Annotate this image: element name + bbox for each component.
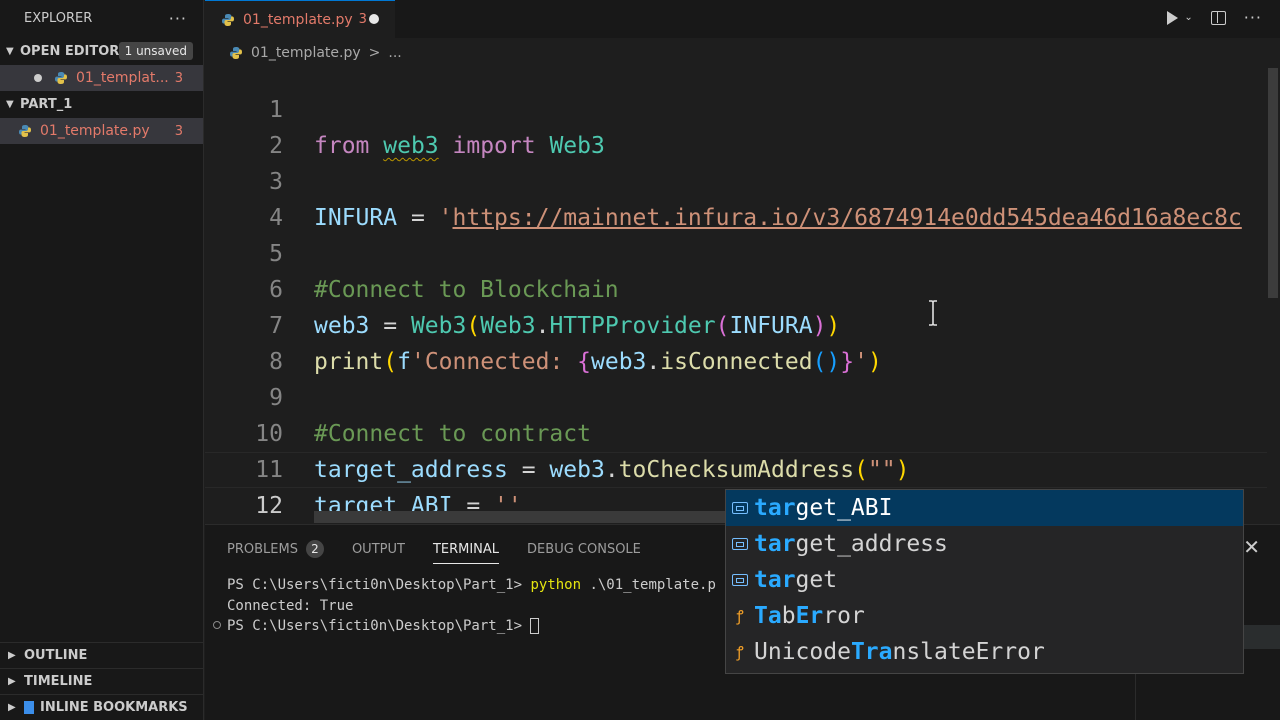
ibeam-cursor-icon [929,300,937,326]
suggestion-item[interactable]: tar get [726,562,1243,598]
chevron-right-icon: ▶ [8,702,16,713]
editor-tabbar: 01_template.py 3 ⌄ ··· [205,0,1280,38]
class-icon: ꝭ [736,607,744,625]
close-icon[interactable]: ✕ [1243,535,1260,559]
tab-problem-count: 3 [358,12,367,27]
chevron-down-icon: ▼ [6,99,14,110]
tab-filename: 01_template.py [243,11,353,28]
editor-horizontal-scrollbar[interactable] [314,511,734,523]
suggestion-item[interactable]: tar get_ABI [726,490,1243,526]
variable-icon [730,570,750,590]
code-line-11[interactable]: 11 target_ABI = '' [205,416,1267,516]
editor-actions: ⌄ ··· [1167,8,1262,27]
class-icon: ꝭ [736,643,744,661]
chevron-right-icon: ▶ [8,676,16,687]
code-line-3[interactable]: 3 INFURA = 'https://mainnet.infura.io/v3… [205,128,1267,231]
code-line-2[interactable]: 2 [205,92,1267,159]
tab-01-template[interactable]: 01_template.py 3 [205,0,395,38]
outline-label: OUTLINE [24,648,88,663]
python-file-icon [54,71,68,85]
suggestion-item[interactable]: tar get_address [726,526,1243,562]
explorer-title: EXPLORER [24,10,93,26]
folder-file-item[interactable]: 01_template.py 3 [0,118,203,144]
line-number: 12 [255,493,283,516]
code-editor[interactable]: 1 from web3 import Web3 2 3 INFURA = 'ht… [205,56,1267,516]
code-line-6[interactable]: 6 web3 = Web3(Web3.HTTPProvider(INFURA)) [205,236,1267,339]
open-editor-item[interactable]: 01_templat... 3 [0,65,203,91]
suggestion-item[interactable]: ꝭ Unicode Tra nslateError [726,634,1243,670]
unsaved-dot-icon[interactable] [369,14,379,24]
unsaved-badge: 1 unsaved [118,42,193,60]
folder-filename: 01_template.py [40,123,150,139]
split-editor-icon[interactable] [1210,10,1226,25]
chevron-down-icon[interactable]: ⌄ [1184,12,1192,23]
folder-label: PART_1 [20,97,73,112]
more-actions-icon[interactable]: ··· [169,9,187,28]
code-line-12[interactable]: 12 target = web3.eth.contract(address=ta… [205,452,1267,516]
code-line-1[interactable]: 1 from web3 import Web3 [205,56,1267,159]
code-line-10[interactable]: 10 target_address = web3.toChecksumAddre… [205,380,1267,483]
folder-section[interactable]: ▼ PART_1 [0,91,203,118]
outline-section[interactable]: ▶ OUTLINE [0,642,204,668]
code-line-8[interactable]: 8 [205,308,1267,375]
chevron-down-icon: ▼ [6,46,14,57]
explorer-sidebar: EXPLORER ··· ▼ OPEN EDITORS 1 unsaved 01… [0,0,204,720]
panel-tabs: PROBLEMS 2 OUTPUT TERMINAL DEBUG CONSOLE [227,537,641,564]
autocomplete-suggestions: tar get_ABI tar get_address tar get ꝭ Ta b Er r… [725,489,1244,674]
code-line-7[interactable]: 7 print(f'Connected: {web3.isConnected()… [205,272,1267,375]
python-file-icon [18,124,32,138]
suggestion-item[interactable]: ꝭ Ta b Er ror [726,598,1243,634]
chevron-right-icon: ▶ [8,650,16,661]
bookmarks-label: INLINE BOOKMARKS [40,700,188,715]
timeline-section[interactable]: ▶ TIMELINE [0,668,204,694]
variable-icon [730,534,750,554]
explorer-header: EXPLORER ··· [0,0,203,36]
bookmark-icon [24,701,34,714]
bookmarks-section[interactable]: ▶ INLINE BOOKMARKS [0,694,204,720]
editor-scrollbar-thumb[interactable] [1268,68,1278,298]
problem-count: 3 [174,70,183,86]
terminal-cursor [530,618,540,634]
code-line-5[interactable]: 5 #Connect to Blockchain [205,200,1267,303]
timeline-label: TIMELINE [24,674,93,689]
command-decoration-icon[interactable] [213,621,221,629]
tab-problems[interactable]: PROBLEMS 2 [227,537,324,561]
open-editor-filename: 01_templat... [76,70,169,86]
unsaved-dot-icon[interactable] [34,74,42,82]
problems-badge: 2 [305,540,324,558]
tab-debug-console[interactable]: DEBUG CONSOLE [527,537,641,561]
more-actions-icon[interactable]: ··· [1244,8,1262,27]
tab-terminal[interactable]: TERMINAL [432,537,500,564]
code-line-9[interactable]: 9 #Connect to contract [205,344,1267,447]
variable-icon [730,498,750,518]
tab-output[interactable]: OUTPUT [352,537,405,561]
open-editors-section[interactable]: ▼ OPEN EDITORS 1 unsaved [0,38,203,65]
problem-count: 3 [174,123,183,139]
python-file-icon [221,13,235,27]
terminal-output[interactable]: PS C:\Users\fictі0n\Desktop\Part_1> pyth… [227,575,716,637]
open-editors-label: OPEN EDITORS [20,44,129,59]
run-icon[interactable] [1167,10,1179,25]
code-line-4[interactable]: 4 [205,164,1267,231]
